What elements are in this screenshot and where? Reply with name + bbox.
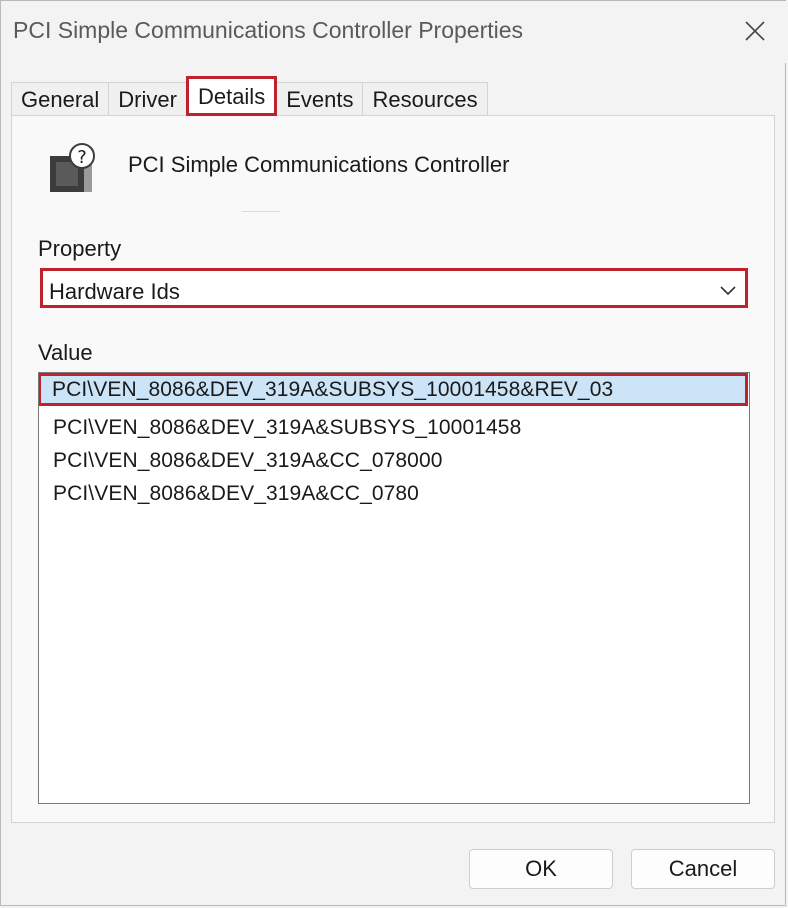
list-item[interactable]: PCI\VEN_8086&DEV_319A&SUBSYS_10001458&RE…	[39, 373, 748, 406]
property-dropdown[interactable]: Hardware Ids	[40, 268, 748, 308]
details-panel: ? PCI Simple Communications Controller P…	[11, 115, 775, 823]
tab-driver[interactable]: Driver	[108, 82, 187, 116]
divider	[242, 211, 280, 212]
list-item[interactable]: PCI\VEN_8086&DEV_319A&CC_0780	[39, 477, 749, 510]
property-label: Property	[38, 236, 122, 261]
list-item[interactable]: PCI\VEN_8086&DEV_319A&SUBSYS_10001458	[39, 411, 749, 444]
unknown-device-icon: ?	[46, 142, 98, 198]
tab-events[interactable]: Events	[276, 82, 364, 116]
close-button[interactable]	[737, 13, 773, 49]
value-listbox[interactable]: PCI\VEN_8086&DEV_319A&SUBSYS_10001458&RE…	[38, 372, 750, 804]
property-selected-value: Hardware Ids	[49, 279, 180, 304]
chevron-down-icon	[720, 286, 736, 296]
tab-general[interactable]: General	[11, 82, 110, 116]
close-icon	[745, 21, 765, 41]
ok-button[interactable]: OK	[469, 849, 613, 889]
title-bar: PCI Simple Communications Controller Pro…	[1, 1, 787, 63]
tab-strip: General Driver Details Events Resources	[11, 76, 488, 116]
tab-resources[interactable]: Resources	[362, 82, 488, 116]
value-label: Value	[38, 340, 93, 365]
device-name: PCI Simple Communications Controller	[128, 152, 510, 177]
list-item[interactable]: PCI\VEN_8086&DEV_319A&CC_078000	[39, 444, 749, 477]
window-title: PCI Simple Communications Controller Pro…	[13, 17, 524, 43]
svg-text:?: ?	[77, 147, 87, 168]
properties-dialog: PCI Simple Communications Controller Pro…	[0, 0, 787, 906]
cancel-button[interactable]: Cancel	[631, 849, 775, 889]
tab-details[interactable]: Details	[185, 76, 278, 116]
